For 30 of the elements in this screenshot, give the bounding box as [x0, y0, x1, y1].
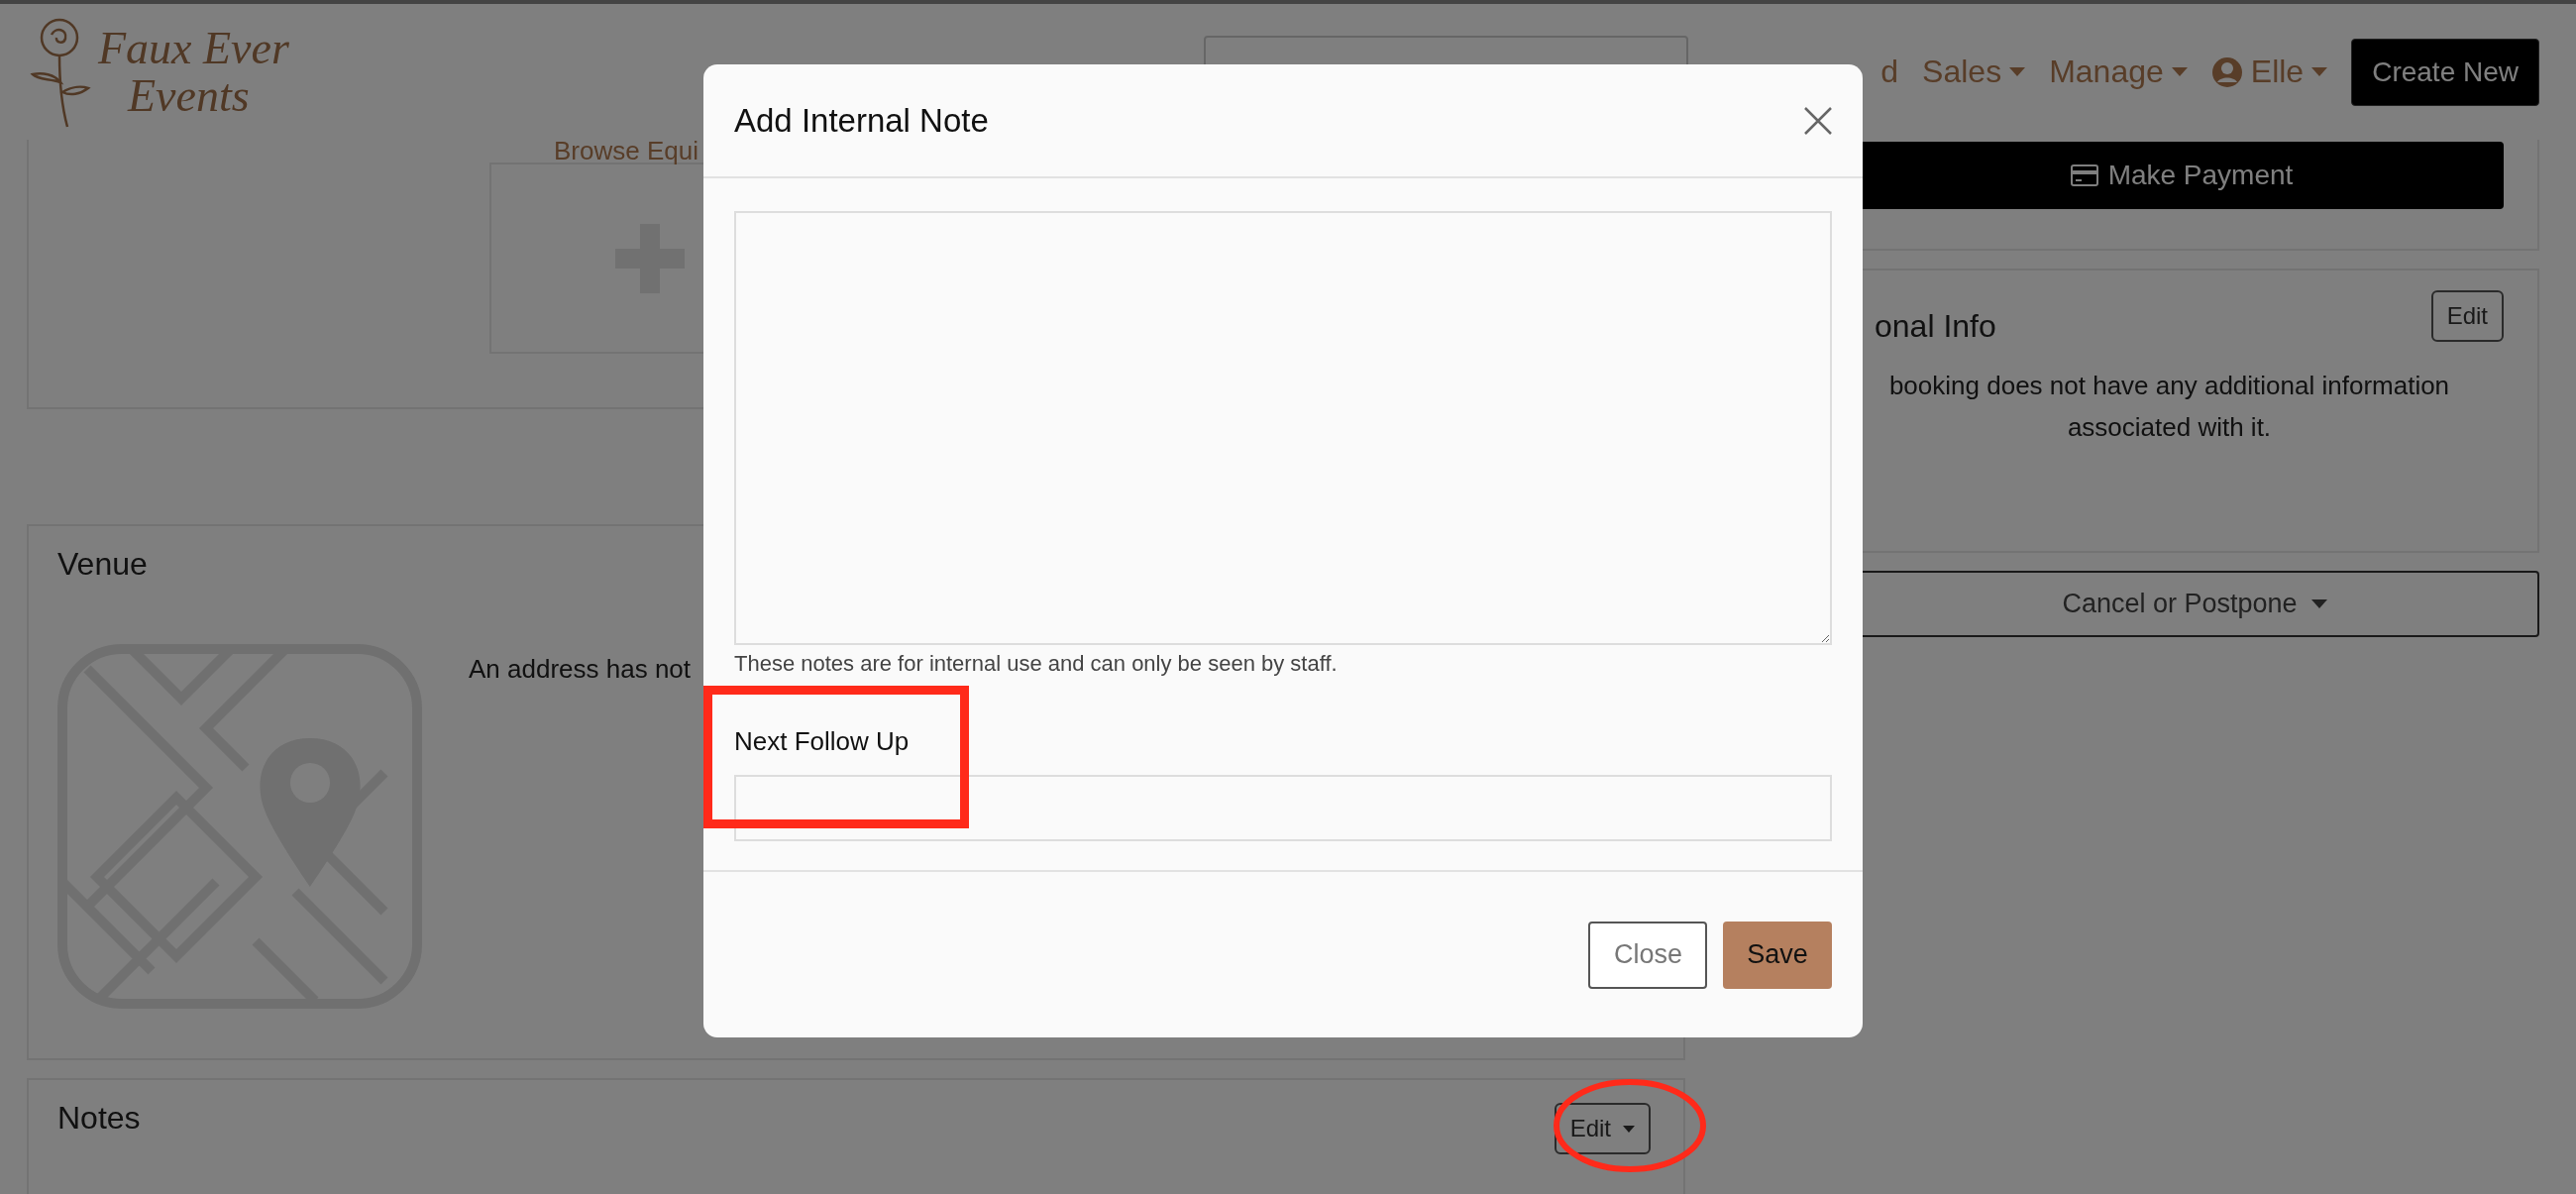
- caret-icon: [2171, 67, 2188, 76]
- help-text: These notes are for internal use and can only be seen by staff.: [734, 651, 1339, 677]
- nav-menu-item[interactable]: Manage: [2049, 54, 2188, 90]
- nav-menu-item[interactable]: d: [1880, 54, 1899, 90]
- logo-text: Events: [126, 71, 251, 120]
- card-title: Notes: [57, 1100, 141, 1137]
- field-label: Next Follow Up: [734, 726, 911, 757]
- info-message: associated with it.: [2067, 411, 2272, 444]
- create-new-button[interactable]: Create New: [2351, 38, 2539, 106]
- credit-card-icon: [2070, 164, 2098, 186]
- close-button[interactable]: Close: [1588, 921, 1707, 989]
- edit-button[interactable]: Edit: [2430, 290, 2504, 342]
- close-icon[interactable]: [1803, 105, 1833, 136]
- modal-title: Add Internal Note: [734, 101, 989, 140]
- make-payment-button[interactable]: Make Payment: [1860, 142, 2504, 209]
- card-title: Venue: [57, 546, 148, 582]
- card-title: onal Info: [1875, 308, 1996, 345]
- edit-dropdown-button[interactable]: Edit: [1554, 1103, 1651, 1154]
- logo[interactable]: Faux Ever Events: [25, 12, 322, 132]
- caret-icon: [2009, 67, 2026, 76]
- follow-up-date-field[interactable]: [734, 775, 1832, 841]
- browse-equipment-link[interactable]: Browse Equi: [554, 136, 698, 166]
- user-avatar-icon: [2210, 55, 2243, 88]
- caret-icon: [2311, 67, 2328, 76]
- info-message: booking does not have any additional information: [1888, 370, 2450, 402]
- nav-menu-item[interactable]: Elle: [2210, 54, 2328, 90]
- logo-text: Faux Ever: [98, 24, 289, 72]
- venue-message: An address has not: [469, 654, 692, 685]
- save-button[interactable]: Save: [1723, 921, 1832, 989]
- nav-menu-item[interactable]: Sales: [1922, 54, 2026, 90]
